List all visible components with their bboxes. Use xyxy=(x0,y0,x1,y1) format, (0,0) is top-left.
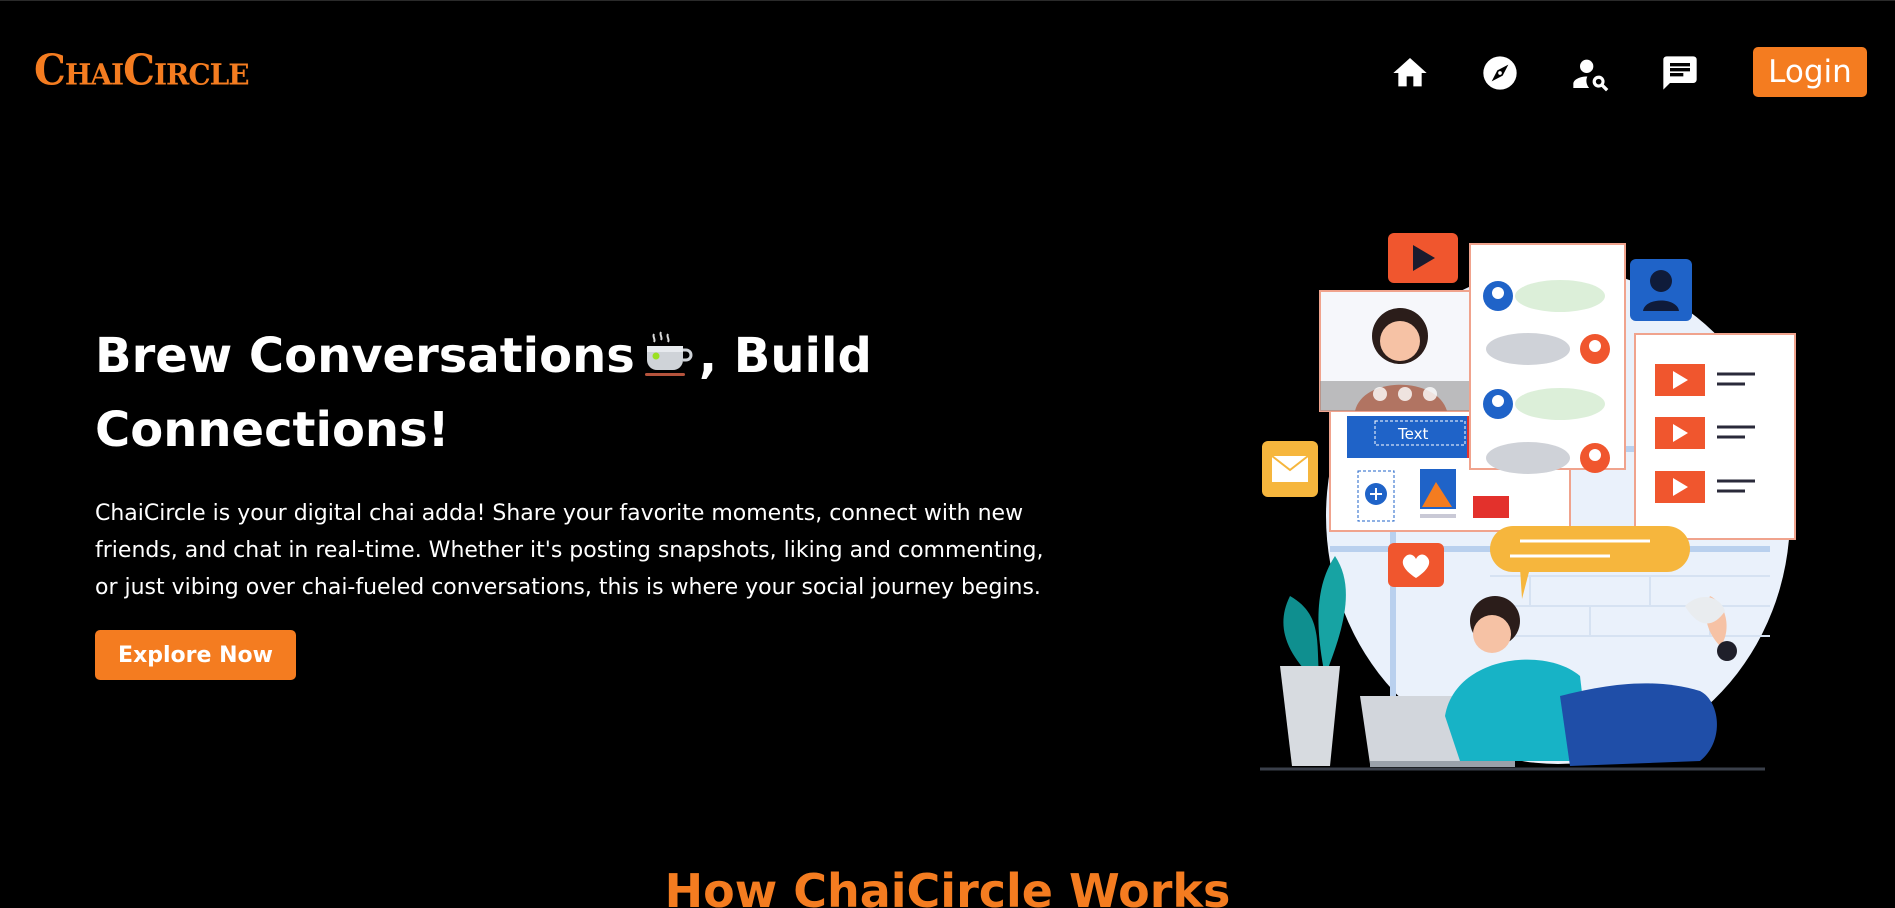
explore-now-button[interactable]: Explore Now xyxy=(95,630,296,680)
page: ChaiCircle Login Brew Conversations , Bu… xyxy=(0,0,1895,908)
login-button[interactable]: Login xyxy=(1753,47,1867,97)
user-search-icon[interactable] xyxy=(1568,51,1612,95)
hero-description: ChaiCircle is your digital chai adda! Sh… xyxy=(95,501,1044,600)
illustration-text-label: Text xyxy=(1397,425,1428,443)
navbar: ChaiCircle Login xyxy=(0,1,1895,143)
compass-icon[interactable] xyxy=(1478,51,1522,95)
tea-cup-icon xyxy=(641,327,693,379)
home-icon[interactable] xyxy=(1388,51,1432,95)
hero-title: Brew Conversations , Build Connections! xyxy=(95,319,995,467)
hero-title-part2: , Build xyxy=(698,328,872,384)
brand-logo[interactable]: ChaiCircle xyxy=(34,46,250,95)
hero-illustration: Text xyxy=(1230,216,1830,776)
nav-icons xyxy=(1388,51,1748,95)
social-media-illustration: Text xyxy=(1260,233,1796,771)
chat-icon[interactable] xyxy=(1658,51,1702,95)
hero-title-part1: Brew Conversations xyxy=(95,328,635,384)
hero-title-line2: Connections! xyxy=(95,402,450,458)
section-title: How ChaiCircle Works xyxy=(664,864,1231,908)
